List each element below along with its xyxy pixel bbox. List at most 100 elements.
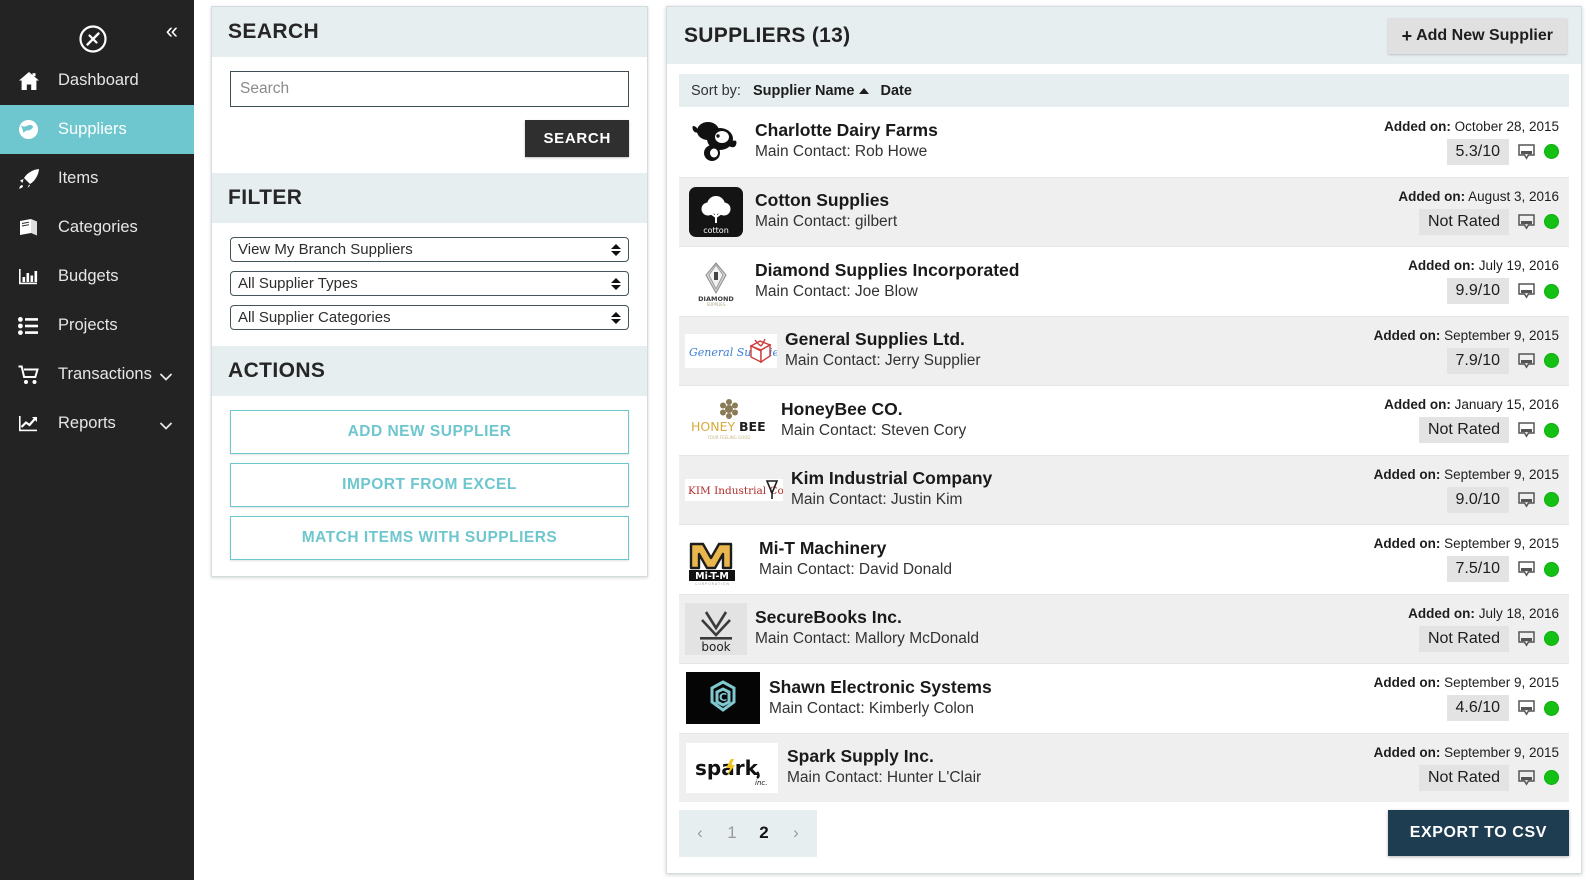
sidebar-item-label: Dashboard: [58, 71, 139, 89]
svg-text:inc.: inc.: [755, 779, 767, 787]
export-to-csv-button[interactable]: EXPORT TO CSV: [1387, 810, 1569, 856]
added-on: Added on: October 28, 2015: [1384, 119, 1559, 134]
supplier-list: Charlotte Dairy Farms Main Contact: Rob …: [679, 107, 1569, 802]
status-dot-active: [1544, 422, 1559, 438]
table-row[interactable]: cotton Cotton Supplies Main Contact: gil…: [679, 176, 1569, 246]
supplier-name: Cotton Supplies: [755, 190, 890, 211]
supplier-name: Charlotte Dairy Farms: [755, 120, 938, 141]
comment-bubble-icon[interactable]: [1518, 283, 1535, 299]
supplier-type-select[interactable]: All Supplier Types: [230, 271, 629, 296]
supplier-contact: Main Contact: Steven Cory: [781, 421, 967, 439]
supplier-metrics: Not Rated: [1418, 208, 1559, 235]
sidebar-item-dashboard[interactable]: Dashboard: [0, 56, 194, 105]
svg-text:SUPPLIES: SUPPLIES: [707, 302, 726, 307]
supplier-meta: Added on: September 9, 2015 9.0/10: [1374, 467, 1559, 513]
import-from-excel-action[interactable]: IMPORT FROM EXCEL: [230, 463, 629, 507]
supplier-meta: Added on: August 3, 2016 Not Rated: [1398, 189, 1559, 235]
shopping-cart-icon: [18, 364, 48, 386]
line-chart-icon: [18, 413, 48, 435]
suppliers-header: SUPPLIERS (13) + Add New Supplier: [667, 7, 1581, 64]
sidebar-item-label: Items: [58, 169, 99, 187]
add-new-supplier-action[interactable]: ADD NEW SUPPLIER: [230, 410, 629, 454]
table-row[interactable]: spark inc. Spark Supply Inc. Main Contac…: [679, 732, 1569, 802]
added-on-date: September 9, 2015: [1444, 744, 1559, 760]
sort-option-supplier-name[interactable]: Supplier Name: [753, 83, 869, 99]
supplier-info: Mi-T Machinery Main Contact: David Donal…: [759, 538, 1374, 581]
added-on: Added on: September 9, 2015: [1374, 536, 1559, 551]
sidebar-item-budgets[interactable]: Budgets: [0, 252, 194, 301]
suppliers-footer: ‹ 1 2 › EXPORT TO CSV: [667, 801, 1581, 873]
pagination-prev[interactable]: ‹: [685, 810, 715, 857]
sidebar-item-items[interactable]: Items: [0, 154, 194, 203]
added-on-label: Added on:: [1408, 258, 1475, 274]
table-row[interactable]: Charlotte Dairy Farms Main Contact: Rob …: [679, 107, 1569, 177]
table-row[interactable]: book SecureBooks Inc. Main Contact: Mall…: [679, 593, 1569, 663]
sort-by-label: Sort by:: [691, 82, 741, 99]
table-row[interactable]: KIM Industrial Co. Kim Industrial Compan…: [679, 454, 1569, 524]
sidebar-item-label: Projects: [58, 316, 118, 334]
added-on-date: January 15, 2016: [1454, 397, 1559, 413]
added-on: Added on: September 9, 2015: [1374, 328, 1559, 343]
general-supplies-logo: General Supplies: [685, 324, 777, 378]
app-root: « Dashboard Suppliers Items Categories B…: [0, 0, 1594, 880]
comment-bubble-icon[interactable]: [1518, 561, 1535, 577]
supplier-info: General Supplies Ltd. Main Contact: Jerr…: [785, 329, 1374, 372]
sidebar-item-transactions[interactable]: Transactions: [0, 350, 194, 399]
comment-bubble-icon[interactable]: [1518, 700, 1535, 716]
status-dot-active: [1544, 144, 1559, 160]
supplier-name: Shawn Electronic Systems: [769, 676, 992, 697]
branch-scope-select[interactable]: View My Branch Suppliers: [230, 237, 629, 262]
comment-bubble-icon[interactable]: [1518, 770, 1535, 786]
table-row[interactable]: General Supplies General Supplies Ltd. M…: [679, 315, 1569, 385]
caret-up-icon: [858, 87, 869, 94]
status-badge: 7.5/10: [1446, 556, 1509, 583]
match-items-with-suppliers-action[interactable]: MATCH ITEMS WITH SUPPLIERS: [230, 516, 629, 560]
added-on: Added on: July 18, 2016: [1408, 606, 1559, 621]
sort-option-date[interactable]: Date: [881, 83, 912, 99]
supplier-info: HoneyBee CO. Main Contact: Steven Cory: [781, 399, 1384, 442]
table-row[interactable]: C Shawn Electronic Systems Main Contact:…: [679, 663, 1569, 733]
supplier-name: HoneyBee CO.: [781, 398, 903, 419]
supplier-name: Diamond Supplies Incorporated: [755, 259, 1020, 280]
sidebar-item-categories[interactable]: Categories: [0, 203, 194, 252]
supplier-category-select[interactable]: All Supplier Categories: [230, 305, 629, 330]
pagination-page-2[interactable]: 2: [749, 810, 779, 857]
added-on-date: September 9, 2015: [1444, 327, 1559, 343]
status-badge: 7.9/10: [1446, 347, 1509, 374]
svg-text:Mi-T-M: Mi-T-M: [695, 571, 729, 582]
supplier-info: Spark Supply Inc. Main Contact: Hunter L…: [787, 746, 1374, 789]
search-input[interactable]: [230, 71, 629, 107]
added-on: Added on: September 9, 2015: [1374, 745, 1559, 760]
supplier-metrics: 9.0/10: [1446, 486, 1559, 513]
sidebar-collapse-button[interactable]: «: [166, 20, 178, 42]
comment-bubble-icon[interactable]: [1518, 492, 1535, 508]
sidebar-item-projects[interactable]: Projects: [0, 301, 194, 350]
table-row[interactable]: Mi-T-M C O R P O R A T I O N Mi-T Machin…: [679, 524, 1569, 594]
supplier-category-select-wrap: All Supplier Categories: [230, 305, 629, 330]
comment-bubble-icon[interactable]: [1518, 214, 1535, 230]
status-dot-active: [1544, 214, 1559, 230]
pagination-page-1[interactable]: 1: [717, 810, 747, 857]
sidebar-item-suppliers[interactable]: Suppliers: [0, 105, 194, 154]
table-row[interactable]: HONEY BEE YOUR FEELING GOOD HoneyBee CO.…: [679, 385, 1569, 455]
sidebar-item-reports[interactable]: Reports: [0, 399, 194, 448]
added-on-label: Added on:: [1408, 605, 1475, 621]
added-on-label: Added on:: [1373, 675, 1441, 691]
comment-bubble-icon[interactable]: [1518, 353, 1535, 369]
supplier-name: SecureBooks Inc.: [755, 607, 902, 628]
comment-bubble-icon[interactable]: [1518, 631, 1535, 647]
search-button[interactable]: SEARCH: [525, 120, 629, 157]
table-row[interactable]: DIAMOND SUPPLIES Diamond Supplies Incorp…: [679, 246, 1569, 316]
pagination-next[interactable]: ›: [781, 810, 811, 857]
status-badge: 9.9/10: [1446, 278, 1509, 305]
sidebar-header: «: [0, 0, 194, 56]
svg-text:C O R P O R A T I O N: C O R P O R A T I O N: [695, 582, 729, 586]
sort-option-label: Date: [880, 82, 912, 99]
added-on-date: July 18, 2016: [1478, 605, 1559, 621]
cotton-boll-logo: cotton: [685, 185, 747, 239]
comment-bubble-icon[interactable]: [1518, 422, 1535, 438]
comment-bubble-icon[interactable]: [1518, 144, 1535, 160]
add-new-supplier-button[interactable]: + Add New Supplier: [1387, 17, 1567, 54]
sort-bar: Sort by: Supplier Name Date: [679, 74, 1569, 107]
search-button-row: SEARCH: [230, 120, 629, 157]
